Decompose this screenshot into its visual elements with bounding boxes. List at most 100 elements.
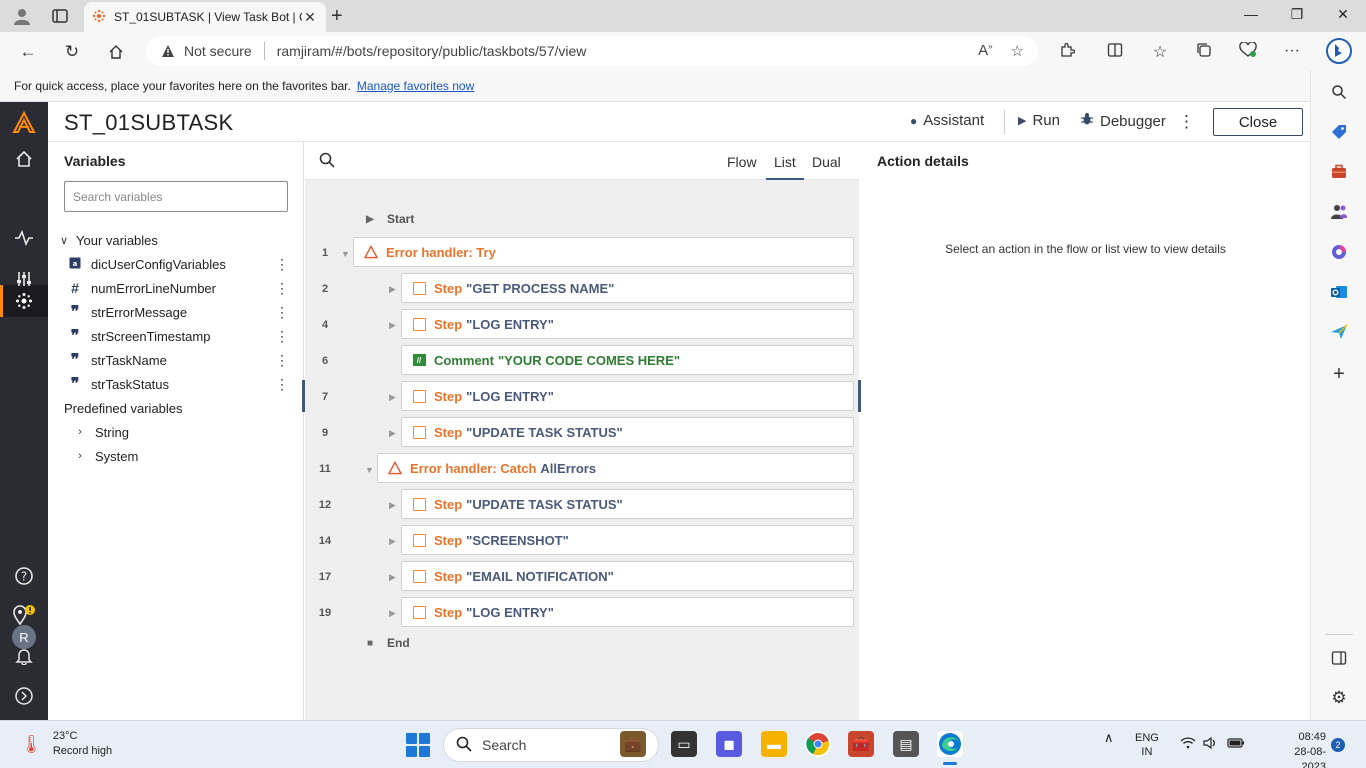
- notifications-bell-icon[interactable]: [12, 644, 36, 668]
- predefined-item-system[interactable]: › System: [48, 445, 304, 467]
- your-variables-toggle[interactable]: ∨ Your variables: [48, 229, 304, 251]
- restore-icon[interactable]: ❐: [1282, 6, 1312, 23]
- home-icon[interactable]: [105, 41, 127, 63]
- briefcase-app-icon[interactable]: 💼: [620, 731, 646, 757]
- browser-tab-active[interactable]: ST_01SUBTASK | View Task Bot | C ✕: [84, 2, 326, 32]
- settings-gear-icon[interactable]: ⚙: [1329, 688, 1349, 708]
- variable-menu-icon[interactable]: ⋮: [272, 352, 292, 369]
- url-text[interactable]: ramjiram/#/bots/repository/public/taskbo…: [277, 43, 587, 59]
- url-field[interactable]: Not secure ramjiram/#/bots/repository/pu…: [146, 36, 1038, 66]
- show-hidden-icons[interactable]: ∧: [1104, 731, 1114, 745]
- tab-actions-icon[interactable]: [50, 6, 70, 26]
- hide-sidebar-icon[interactable]: [1329, 648, 1349, 668]
- automation-icon[interactable]: [12, 289, 36, 313]
- search-icon[interactable]: [319, 152, 335, 173]
- system-clock[interactable]: 08:49 28-08-2023: [1276, 730, 1326, 768]
- split-screen-icon[interactable]: [1105, 42, 1125, 63]
- search-icon[interactable]: [1329, 82, 1349, 102]
- variable-row[interactable]: ❞ strScreenTimestamp ⋮: [48, 325, 304, 347]
- outlook-icon[interactable]: [1329, 282, 1349, 302]
- weather-widget[interactable]: 🌡 23°C Record high: [20, 729, 112, 759]
- expand-icon[interactable]: ▶: [389, 320, 396, 331]
- extensions-icon[interactable]: [1057, 42, 1077, 63]
- home-icon[interactable]: [12, 147, 36, 171]
- window-close-icon[interactable]: ✕: [1328, 6, 1358, 23]
- task-view-icon[interactable]: ▭: [671, 731, 697, 757]
- help-icon[interactable]: ?: [12, 564, 36, 588]
- variable-row[interactable]: ❞ strTaskName ⋮: [48, 349, 304, 371]
- not-secure-label[interactable]: Not secure: [184, 43, 252, 59]
- list-item[interactable]: Step "LOG ENTRY": [401, 309, 854, 339]
- back-icon[interactable]: ←: [17, 41, 39, 63]
- bing-copilot-icon[interactable]: [1326, 38, 1352, 69]
- file-explorer-icon[interactable]: ▬: [761, 731, 787, 757]
- profile-icon[interactable]: [12, 6, 32, 26]
- expand-nav-icon[interactable]: [12, 684, 36, 708]
- chrome-icon[interactable]: [805, 731, 831, 757]
- new-tab-icon[interactable]: +: [331, 5, 343, 28]
- language-indicator[interactable]: ENG IN: [1135, 731, 1159, 759]
- tab-close-icon[interactable]: ✕: [302, 9, 318, 26]
- expand-icon[interactable]: ▶: [389, 572, 396, 583]
- expand-icon[interactable]: ▶: [389, 284, 396, 295]
- variable-row[interactable]: a dicUserConfigVariables ⋮: [48, 253, 304, 275]
- close-button[interactable]: Close: [1213, 108, 1303, 136]
- collections-icon[interactable]: [1194, 42, 1214, 63]
- tab-dual[interactable]: Dual: [812, 154, 841, 170]
- teams-chat-icon[interactable]: ◼: [716, 731, 742, 757]
- shopping-tag-icon[interactable]: [1329, 122, 1349, 142]
- variable-row[interactable]: ❞ strErrorMessage ⋮: [48, 301, 304, 323]
- warning-icon[interactable]: [160, 43, 176, 59]
- location-alert-icon[interactable]: [12, 603, 36, 627]
- tab-flow[interactable]: Flow: [727, 154, 757, 170]
- variable-menu-icon[interactable]: ⋮: [272, 328, 292, 345]
- variable-menu-icon[interactable]: ⋮: [272, 304, 292, 321]
- variable-row[interactable]: # numErrorLineNumber ⋮: [48, 277, 304, 299]
- battery-icon[interactable]: [1227, 737, 1245, 753]
- list-item[interactable]: Error handler: Catch AllErrors: [377, 453, 854, 483]
- list-item[interactable]: Error handler: Try: [353, 237, 854, 267]
- expand-icon[interactable]: ▶: [389, 536, 396, 547]
- office-icon[interactable]: [1329, 242, 1349, 262]
- add-sidebar-app-icon[interactable]: +: [1329, 363, 1349, 385]
- windows-start-icon[interactable]: [406, 733, 430, 757]
- list-item[interactable]: Step "SCREENSHOT": [401, 525, 854, 555]
- list-item[interactable]: Step "LOG ENTRY": [401, 381, 854, 411]
- refresh-icon[interactable]: ↻: [61, 41, 83, 63]
- search-variables-input[interactable]: [64, 181, 288, 212]
- favorite-star-icon[interactable]: ☆: [1011, 42, 1024, 60]
- list-item[interactable]: Step "UPDATE TASK STATUS": [401, 489, 854, 519]
- tab-list[interactable]: List: [766, 154, 804, 180]
- debugger-button[interactable]: Debugger: [1080, 112, 1166, 130]
- performance-icon[interactable]: [1238, 41, 1258, 63]
- predefined-item-string[interactable]: › String: [48, 421, 304, 443]
- variable-row[interactable]: ❞ strTaskStatus ⋮: [48, 373, 304, 395]
- assistant-button[interactable]: ● Assistant: [910, 112, 984, 129]
- activity-icon[interactable]: [12, 226, 36, 250]
- minimize-icon[interactable]: —: [1236, 6, 1266, 22]
- variable-menu-icon[interactable]: ⋮: [272, 376, 292, 393]
- expand-icon[interactable]: ▶: [389, 608, 396, 619]
- remote-desktop-icon[interactable]: ▤: [893, 731, 919, 757]
- list-item[interactable]: Step "UPDATE TASK STATUS": [401, 417, 854, 447]
- expand-icon[interactable]: ▶: [389, 392, 396, 403]
- manage-icon[interactable]: [12, 267, 36, 291]
- edge-browser-icon[interactable]: [937, 731, 963, 765]
- send-icon[interactable]: [1329, 322, 1349, 342]
- toolbox-app-icon[interactable]: 🧰: [848, 731, 874, 757]
- volume-icon[interactable]: [1203, 736, 1217, 753]
- list-item[interactable]: Step "LOG ENTRY": [401, 597, 854, 627]
- people-icon[interactable]: [1329, 202, 1349, 222]
- variable-menu-icon[interactable]: ⋮: [272, 280, 292, 297]
- more-menu-icon[interactable]: ···: [1282, 42, 1302, 60]
- expand-icon[interactable]: ▶: [389, 428, 396, 439]
- list-item[interactable]: // Comment "YOUR CODE COMES HERE": [401, 345, 854, 375]
- tools-icon[interactable]: [1329, 162, 1349, 182]
- run-button[interactable]: ▶ Run: [1018, 112, 1060, 129]
- favorites-icon[interactable]: ☆: [1150, 42, 1170, 62]
- list-item[interactable]: Step "GET PROCESS NAME": [401, 273, 854, 303]
- expand-icon[interactable]: ▶: [389, 500, 396, 511]
- list-item[interactable]: Step "EMAIL NOTIFICATION": [401, 561, 854, 591]
- more-options-icon[interactable]: ⋮: [1178, 112, 1195, 132]
- automation-anywhere-logo[interactable]: [12, 111, 36, 135]
